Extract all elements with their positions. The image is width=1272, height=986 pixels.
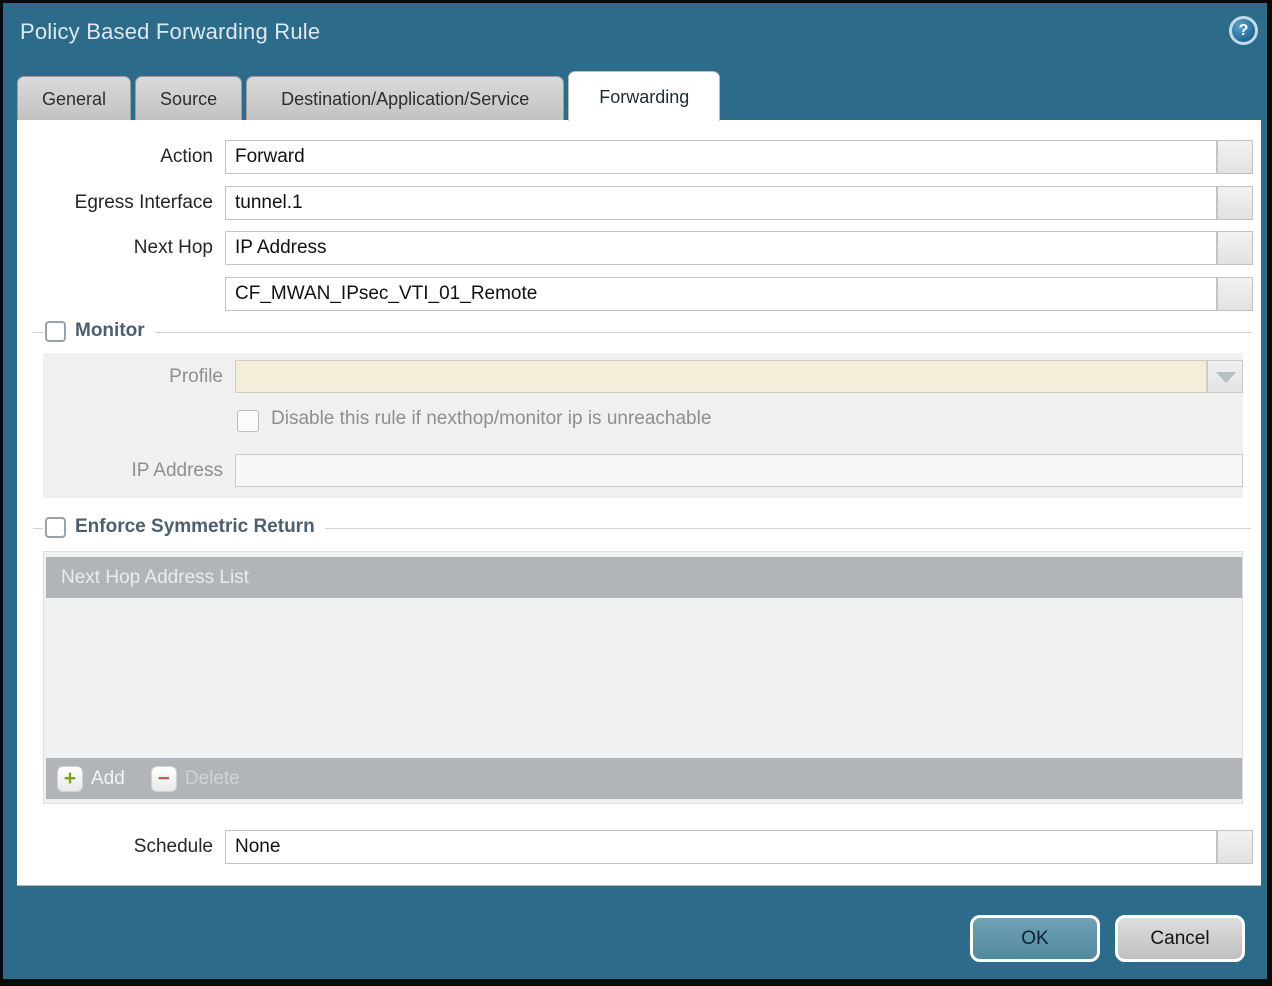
egress-interface-dropdown-button[interactable] <box>1217 186 1253 220</box>
dialog-window: Policy Based Forwarding Rule ? General S… <box>0 0 1272 986</box>
schedule-select[interactable]: None <box>225 830 1217 864</box>
next-hop-address-dropdown-button[interactable] <box>1217 277 1253 311</box>
action-select[interactable]: Forward <box>225 140 1217 174</box>
add-button-label: Add <box>91 768 125 790</box>
next-hop-type-dropdown-button[interactable] <box>1217 231 1253 265</box>
profile-label: Profile <box>43 360 223 393</box>
enforce-symmetric-return-checkbox[interactable] <box>45 517 66 538</box>
table-toolbar: + Add − Delete <box>46 758 1242 799</box>
disable-rule-checkbox <box>237 410 259 432</box>
delete-button-label: Delete <box>185 768 240 790</box>
next-hop-address-table: Next Hop Address List + Add − Delete <box>43 551 1243 804</box>
minus-icon: − <box>151 766 177 792</box>
profile-dropdown-button <box>1207 360 1243 393</box>
ok-button[interactable]: OK <box>970 915 1100 962</box>
profile-select <box>235 360 1207 393</box>
esr-legend: Enforce Symmetric Return <box>43 516 325 538</box>
monitor-legend: Monitor <box>43 320 155 342</box>
next-hop-type-select[interactable]: IP Address <box>225 231 1217 265</box>
add-button[interactable]: + Add <box>57 766 125 792</box>
action-dropdown-button[interactable] <box>1217 140 1253 174</box>
chevron-down-icon <box>1216 372 1236 383</box>
monitor-section: Profile Disable this rule if nexthop/mon… <box>43 353 1243 498</box>
delete-button: − Delete <box>151 766 240 792</box>
schedule-label: Schedule <box>17 830 213 864</box>
egress-interface-label: Egress Interface <box>17 186 213 220</box>
tab-source[interactable]: Source <box>135 76 242 121</box>
egress-interface-select[interactable]: tunnel.1 <box>225 186 1217 220</box>
monitor-checkbox[interactable] <box>45 321 66 342</box>
help-icon[interactable]: ? <box>1229 16 1258 45</box>
dialog-title: Policy Based Forwarding Rule <box>20 19 320 45</box>
disable-rule-label: Disable this rule if nexthop/monitor ip … <box>271 408 711 430</box>
monitor-group-border <box>33 332 1251 333</box>
tab-forwarding[interactable]: Forwarding <box>568 71 720 121</box>
monitor-ip-address-input <box>235 454 1243 487</box>
forwarding-panel: Action Forward Egress Interface tunnel.1… <box>17 120 1261 886</box>
tab-general[interactable]: General <box>17 76 131 121</box>
action-label: Action <box>17 140 213 174</box>
monitor-ip-address-label: IP Address <box>43 454 223 487</box>
tab-bar: General Source Destination/Application/S… <box>17 71 720 121</box>
plus-icon: + <box>57 766 83 792</box>
next-hop-address-select[interactable]: CF_MWAN_IPsec_VTI_01_Remote <box>225 277 1217 311</box>
enforce-symmetric-return-title: Enforce Symmetric Return <box>75 516 315 538</box>
monitor-title: Monitor <box>75 320 145 342</box>
next-hop-address-list-header: Next Hop Address List <box>46 557 1242 598</box>
next-hop-label: Next Hop <box>17 231 213 265</box>
schedule-dropdown-button[interactable] <box>1217 830 1253 864</box>
tab-destination-application-service[interactable]: Destination/Application/Service <box>246 76 564 121</box>
cancel-button[interactable]: Cancel <box>1115 915 1245 962</box>
